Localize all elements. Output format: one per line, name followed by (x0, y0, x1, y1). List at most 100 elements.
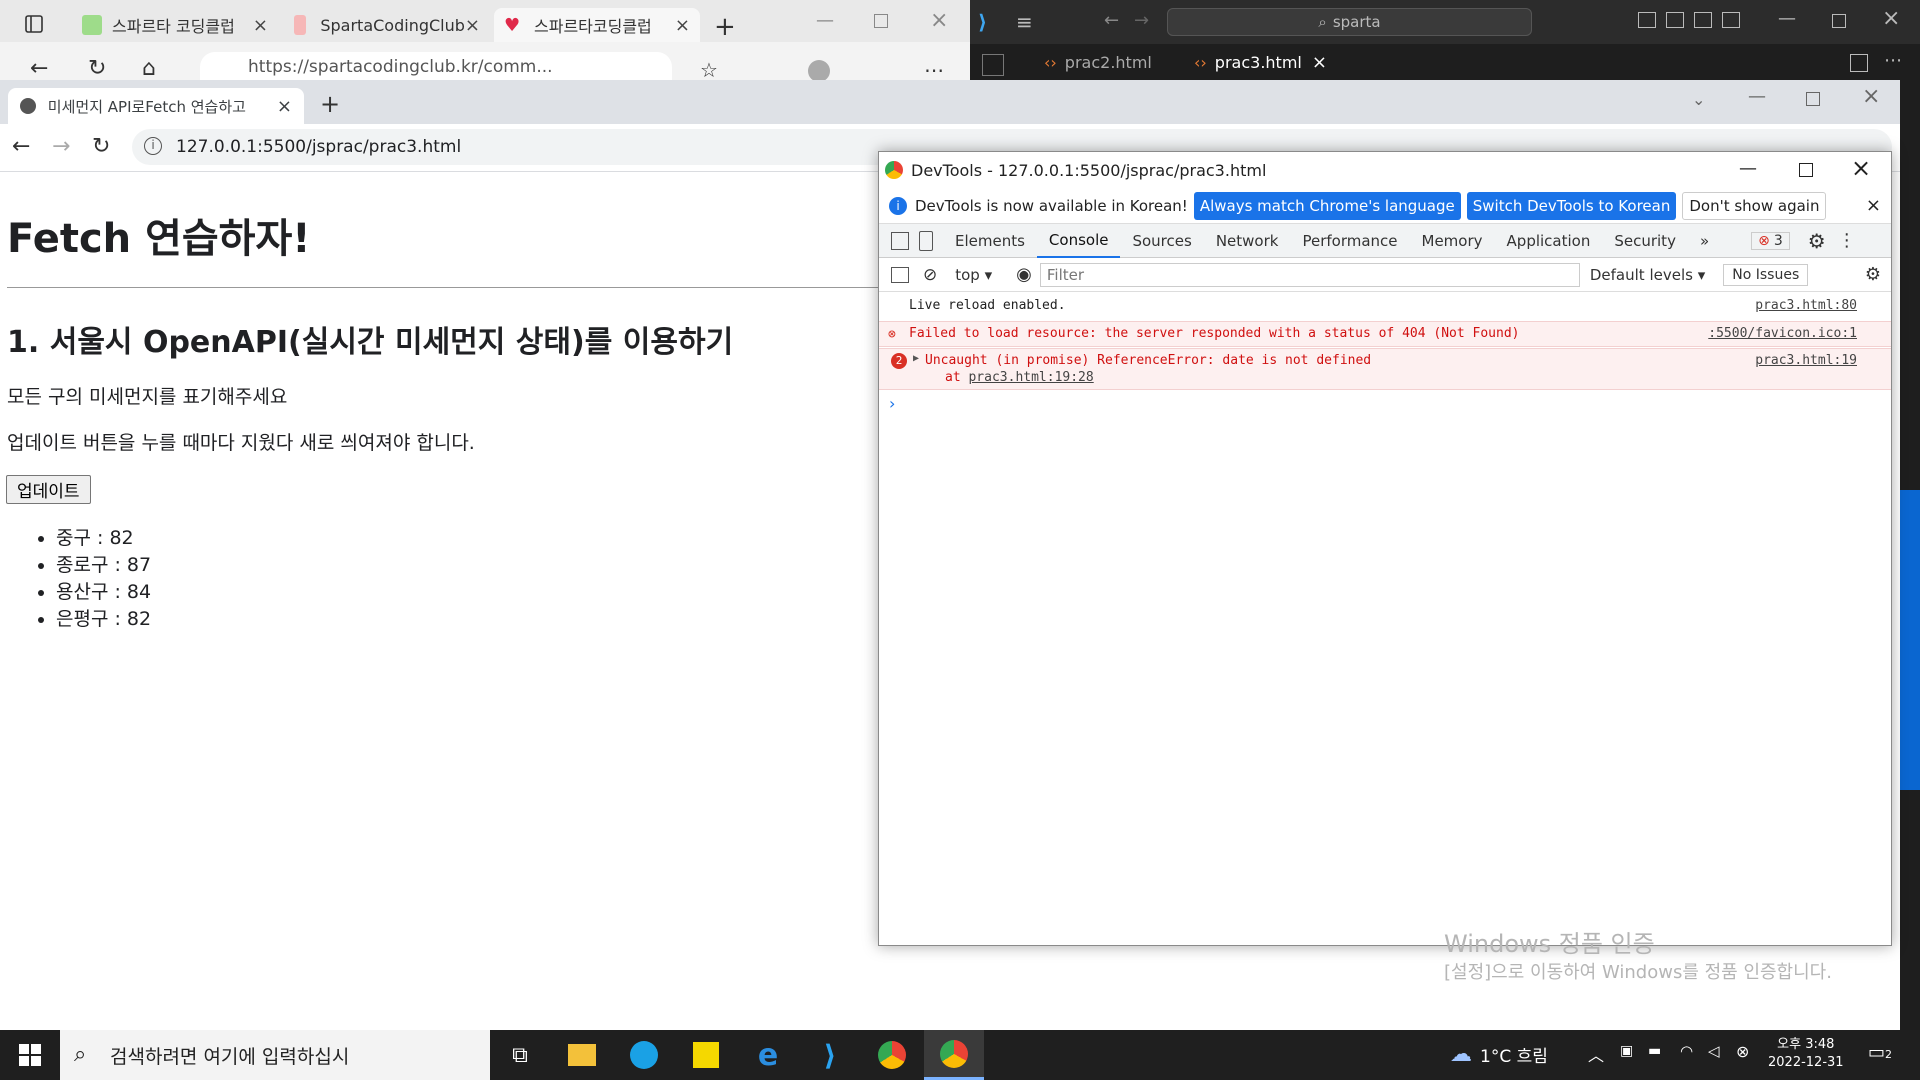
tab-performance[interactable]: Performance (1290, 224, 1409, 258)
file-explorer-icon[interactable] (552, 1030, 612, 1080)
close-icon[interactable]: × (465, 15, 480, 36)
more-icon[interactable]: ⋯ (924, 58, 944, 82)
settings-icon[interactable]: ⚙ (1808, 229, 1826, 253)
tab-network[interactable]: Network (1204, 224, 1291, 258)
weather-widget[interactable]: ☁ 1°C 흐림 (1450, 1042, 1548, 1067)
close-icon[interactable]: × (1866, 195, 1881, 216)
toggle-panel-icon[interactable] (1666, 12, 1684, 28)
stack-link[interactable]: prac3.html:19:28 (968, 370, 1093, 385)
close-icon[interactable]: × (277, 96, 292, 117)
network-icon[interactable]: ◠ (1680, 1042, 1693, 1060)
close-icon[interactable]: × (253, 15, 268, 36)
new-tab-icon[interactable]: + (320, 90, 340, 118)
ime-icon[interactable]: ⊗ (1736, 1042, 1749, 1061)
more-tabs-icon[interactable]: » (1688, 224, 1721, 258)
device-toolbar-icon[interactable] (919, 230, 933, 251)
tab-application[interactable]: Application (1495, 224, 1603, 258)
battery-icon[interactable]: ▬ (1648, 1043, 1661, 1059)
tab-sources[interactable]: Sources (1120, 224, 1203, 258)
log-source-link[interactable]: prac3.html:19 (1755, 353, 1857, 368)
kebab-menu-icon[interactable]: ⋮ (1838, 230, 1856, 251)
issues-button[interactable]: No Issues (1723, 263, 1809, 286)
context-select[interactable]: top ▾ (955, 266, 992, 284)
explorer-icon[interactable] (982, 54, 1004, 76)
maximize-icon[interactable] (1806, 92, 1820, 106)
tab-elements[interactable]: Elements (943, 224, 1037, 258)
vscode-tab-prac2[interactable]: ‹› prac2.html (1030, 44, 1180, 80)
maximize-icon[interactable] (874, 14, 888, 28)
switch-korean-button[interactable]: Switch DevTools to Korean (1466, 191, 1677, 220)
favorites-icon[interactable]: ☆ (700, 58, 718, 82)
minimize-icon[interactable]: — (1748, 86, 1766, 107)
chrome-tab-active[interactable]: 미세먼지 API로Fetch 연습하고 × (8, 88, 304, 124)
expand-arrow-icon[interactable]: ▶ (913, 353, 919, 364)
dont-show-button[interactable]: Don't show again (1682, 191, 1827, 220)
sidebar-toggle-icon[interactable] (891, 266, 909, 283)
notifications-icon[interactable]: ▭2 (1868, 1042, 1892, 1063)
maximize-icon[interactable] (1799, 163, 1813, 177)
more-actions-icon[interactable]: ⋯ (1884, 50, 1902, 71)
minimize-icon[interactable]: — (816, 10, 834, 31)
tab-actions-icon[interactable] (24, 14, 44, 34)
profile-avatar[interactable] (808, 60, 830, 82)
tab-search-icon[interactable]: ⌄ (1692, 90, 1705, 109)
error-counter[interactable]: ⊗ 3 (1751, 231, 1790, 250)
minimize-icon[interactable]: — (1739, 158, 1757, 179)
update-button[interactable]: 업데이트 (6, 475, 91, 504)
ie-icon[interactable]: e (738, 1030, 798, 1080)
always-match-button[interactable]: Always match Chrome's language (1193, 191, 1461, 220)
log-source-link[interactable]: :5500/favicon.ico:1 (1708, 326, 1857, 341)
refresh-icon[interactable]: ↻ (88, 56, 106, 81)
vscode-command-search[interactable]: ⌕ sparta (1167, 8, 1532, 36)
forward-icon[interactable]: → (1134, 10, 1149, 31)
close-window-icon[interactable]: × (1851, 154, 1871, 182)
tab-security[interactable]: Security (1602, 224, 1688, 258)
maximize-icon[interactable] (1832, 14, 1846, 28)
meet-icon[interactable]: ▣ (1620, 1043, 1633, 1059)
back-icon[interactable]: ← (30, 56, 48, 81)
customize-layout-icon[interactable] (1722, 12, 1740, 28)
chrome-taskbar-icon[interactable] (862, 1030, 922, 1080)
close-icon[interactable]: × (675, 15, 690, 36)
log-source-link[interactable]: prac3.html:80 (1755, 298, 1857, 313)
console-settings-icon[interactable]: ⚙ (1865, 264, 1881, 285)
new-tab-icon[interactable]: + (714, 12, 736, 42)
menu-icon[interactable]: ≡ (1016, 10, 1033, 34)
tab-memory[interactable]: Memory (1410, 224, 1495, 258)
reload-icon[interactable]: ↻ (92, 134, 110, 159)
forward-icon[interactable]: → (52, 134, 70, 159)
back-icon[interactable]: ← (1104, 10, 1119, 31)
close-icon[interactable]: × (1312, 52, 1327, 73)
edge-tab-2[interactable]: SpartaCodingClub × (284, 8, 490, 42)
vscode-taskbar-icon[interactable]: ⟩ (800, 1030, 860, 1080)
clock[interactable]: 오후 3:48 2022-12-31 (1768, 1036, 1844, 1072)
minimize-icon[interactable]: — (1778, 8, 1796, 29)
home-icon[interactable]: ⌂ (142, 56, 156, 81)
edge-address-bar[interactable]: https://spartacodingclub.kr/comm... (200, 52, 672, 82)
toggle-secondary-icon[interactable] (1694, 12, 1712, 28)
edge-tab-3[interactable]: ♥ 스파르타코딩클럽 × (494, 8, 700, 42)
log-levels-select[interactable]: Default levels ▾ (1590, 266, 1705, 284)
close-window-icon[interactable]: × (1882, 6, 1900, 31)
filter-input[interactable]: Filter (1039, 262, 1580, 287)
inspect-icon[interactable] (891, 231, 909, 250)
task-view-icon[interactable]: ⧉ (490, 1030, 550, 1080)
vscode-tab-prac3[interactable]: ‹› prac3.html × (1180, 44, 1340, 80)
start-button[interactable] (0, 1030, 60, 1080)
edge-icon[interactable] (614, 1030, 674, 1080)
edge-tab-1[interactable]: 스파르타 코딩클럽 × (72, 8, 278, 42)
console-prompt-icon[interactable]: › (889, 394, 895, 413)
close-window-icon[interactable]: × (1862, 84, 1880, 109)
back-icon[interactable]: ← (12, 134, 30, 159)
tray-chevron-icon[interactable]: ︿ (1588, 1042, 1604, 1066)
close-window-icon[interactable]: × (930, 8, 948, 33)
clear-console-icon[interactable]: ⊘ (923, 265, 937, 285)
live-expression-eye-icon[interactable]: ◉ (1016, 264, 1032, 285)
toggle-sidebar-icon[interactable] (1638, 12, 1656, 28)
chrome-taskbar-icon-active[interactable] (924, 1030, 984, 1080)
site-info-icon[interactable]: i (144, 137, 162, 155)
volume-icon[interactable]: ◁ (1708, 1042, 1720, 1060)
sticky-notes-icon[interactable] (676, 1030, 736, 1080)
taskbar-search[interactable]: ⌕ 검색하려면 여기에 입력하십시 (60, 1030, 490, 1080)
tab-console[interactable]: Console (1036, 224, 1121, 258)
